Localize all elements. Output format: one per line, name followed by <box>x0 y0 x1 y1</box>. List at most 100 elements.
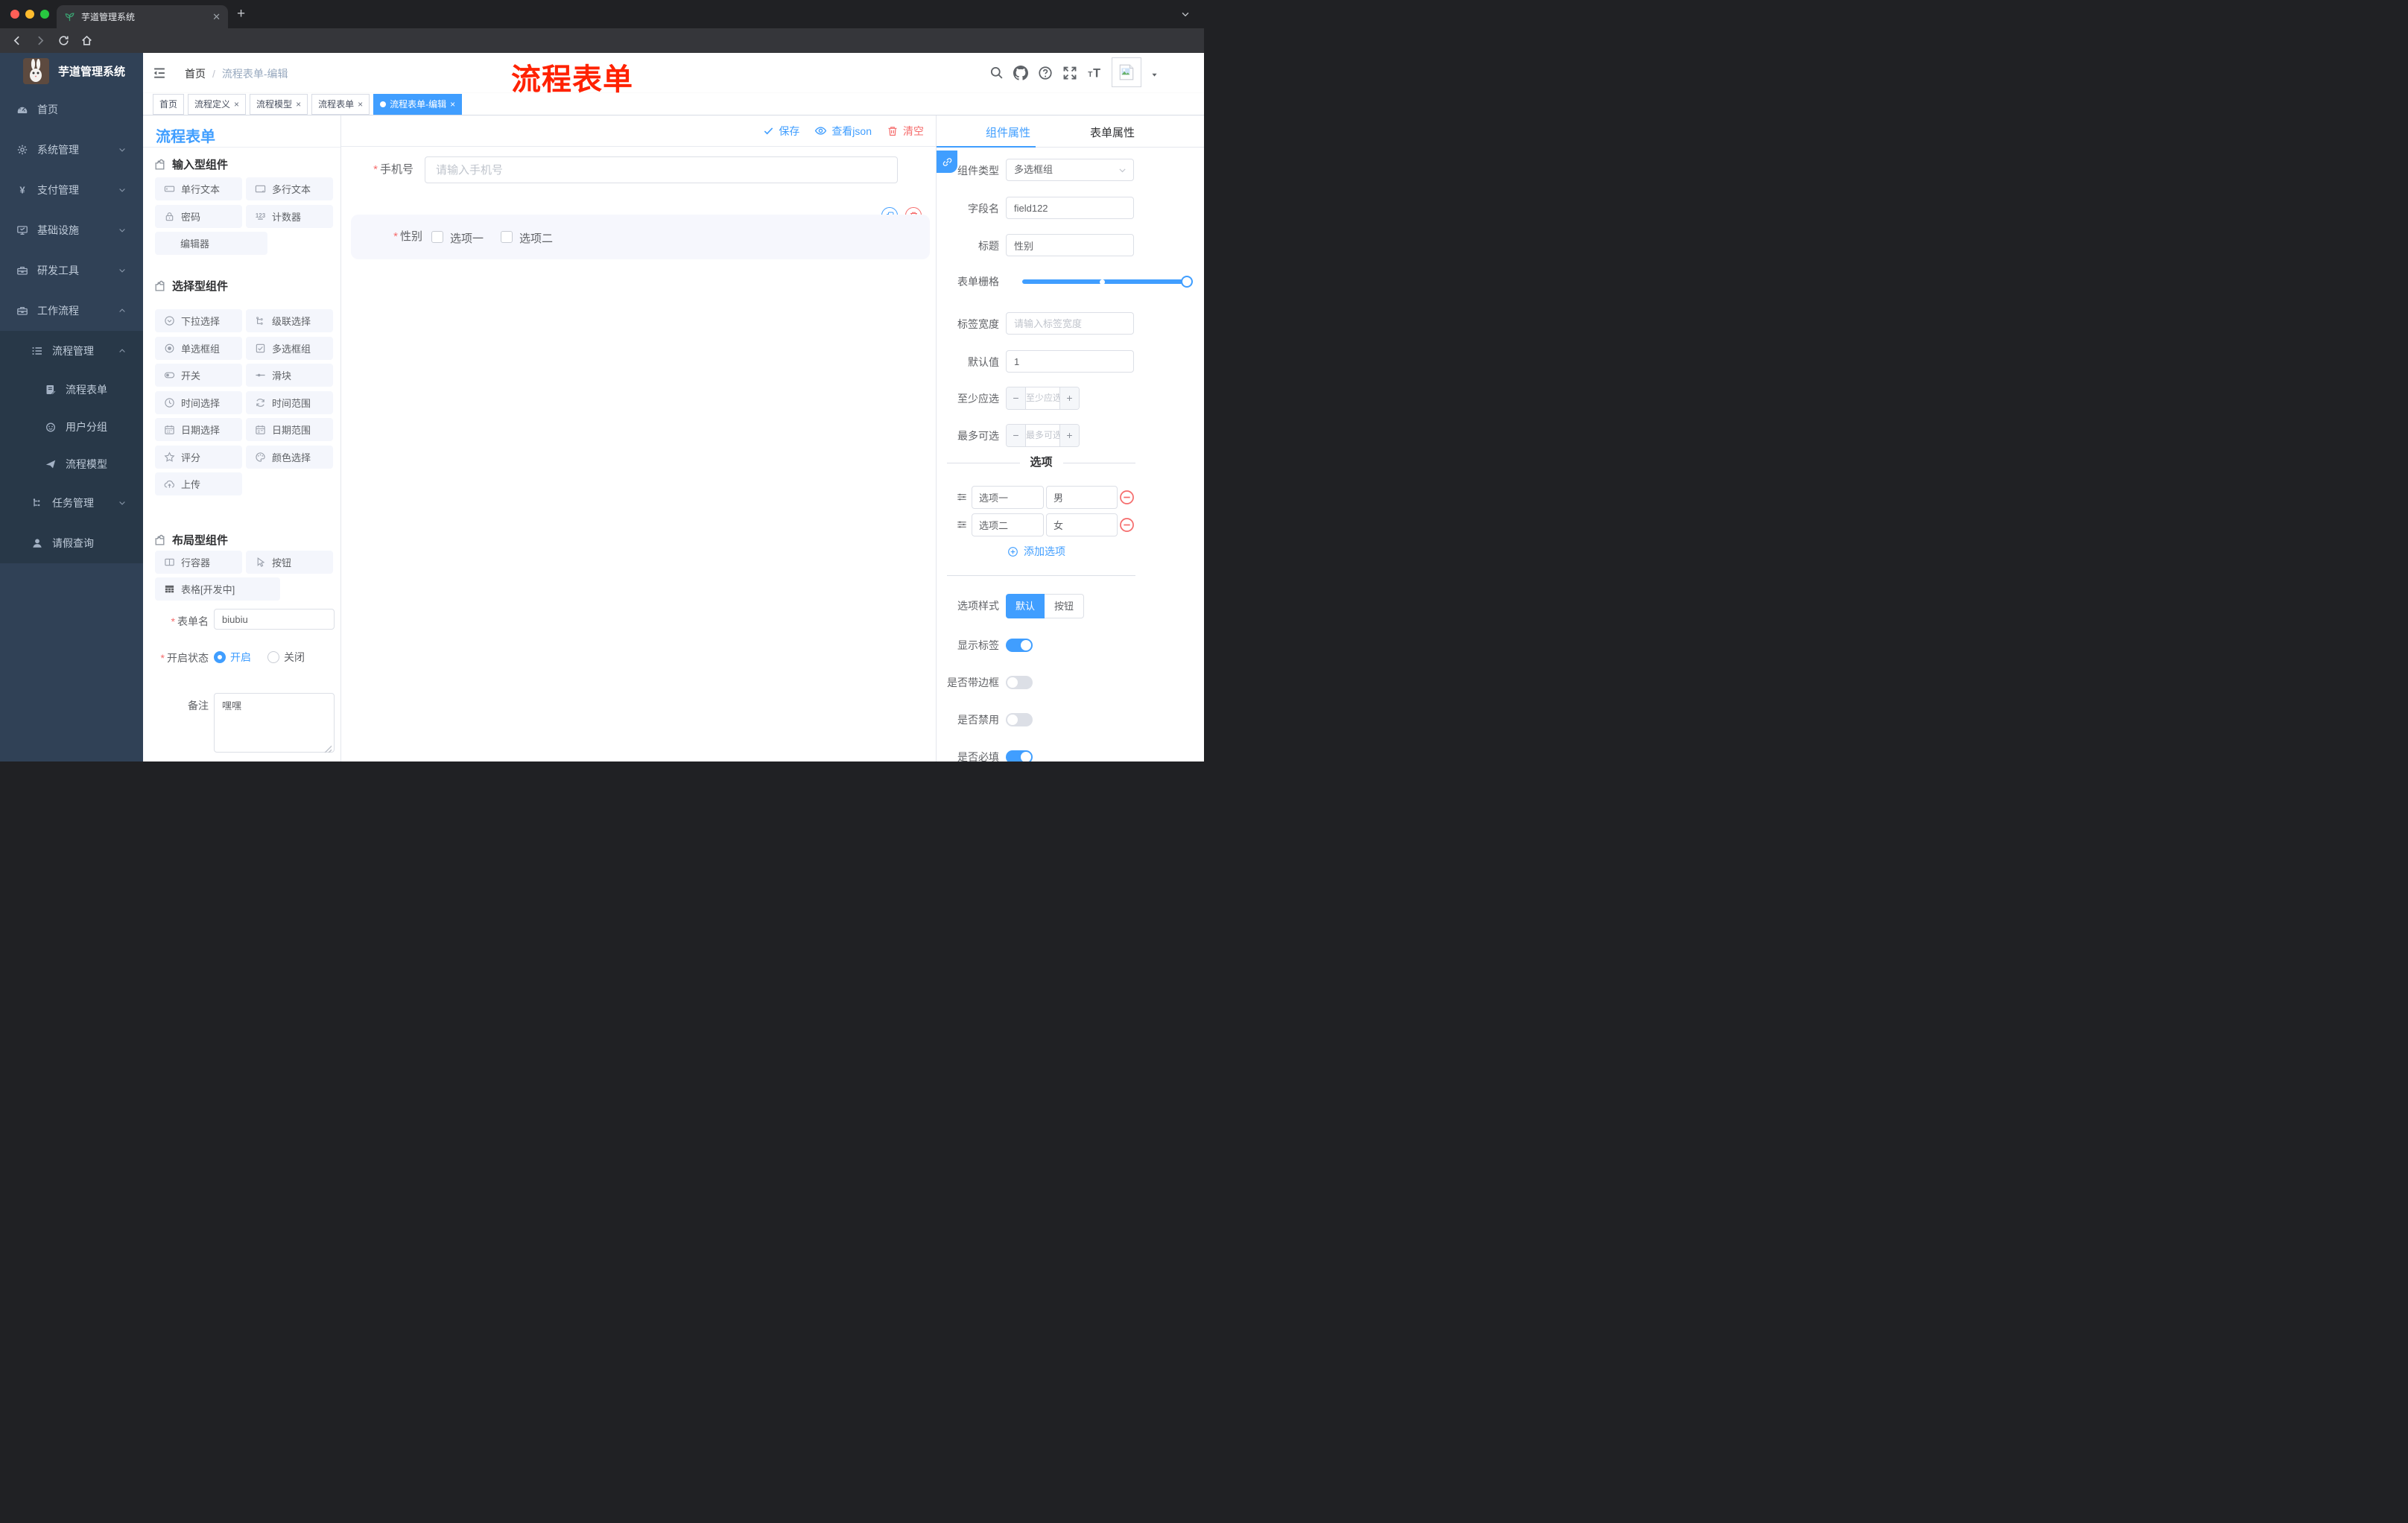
increase-button[interactable]: + <box>1059 425 1079 446</box>
search-icon[interactable] <box>989 66 1004 80</box>
save-button[interactable]: 保存 <box>763 124 799 139</box>
tag-process-model[interactable]: 流程模型 × <box>250 93 308 115</box>
chip-date-picker[interactable]: 日期选择 <box>155 418 242 441</box>
chip-date-range[interactable]: 日期范围 <box>246 418 333 441</box>
checkbox-option1-label[interactable]: 选项一 <box>450 230 484 246</box>
minimize-window-button[interactable] <box>25 10 34 19</box>
radio-off[interactable] <box>267 651 279 663</box>
chip-time-range[interactable]: 时间范围 <box>246 391 333 414</box>
chip-single-text[interactable]: 单行文本 <box>155 177 242 200</box>
chevron-down-icon[interactable] <box>1180 9 1191 19</box>
chip-password[interactable]: 密码 <box>155 205 242 228</box>
home-icon[interactable] <box>80 34 93 47</box>
increase-button[interactable]: + <box>1059 387 1079 409</box>
title-input[interactable] <box>1006 234 1134 256</box>
form-name-input[interactable] <box>214 609 335 630</box>
decrease-button[interactable]: − <box>1007 425 1026 446</box>
tab-form-props[interactable]: 表单属性 <box>1075 124 1150 140</box>
close-icon[interactable]: × <box>358 99 363 110</box>
sidebar-item-devtools[interactable]: 研发工具 <box>0 250 143 291</box>
style-default-button[interactable]: 默认 <box>1006 594 1045 618</box>
maximize-window-button[interactable] <box>40 10 49 19</box>
phone-input[interactable] <box>425 156 898 183</box>
reload-icon[interactable] <box>57 34 70 47</box>
sidebar-item-process-model[interactable]: 流程模型 <box>0 446 143 483</box>
required-switch[interactable] <box>1006 750 1033 762</box>
chip-cascader[interactable]: 级联选择 <box>246 309 333 332</box>
style-button-button[interactable]: 按钮 <box>1045 594 1084 618</box>
breadcrumb-home[interactable]: 首页 <box>185 68 206 80</box>
form-remark-textarea[interactable]: 嘿嘿 <box>214 693 335 753</box>
option2-value-input[interactable] <box>1046 513 1118 536</box>
chip-color-picker[interactable]: 颜色选择 <box>246 446 333 469</box>
chip-row-container[interactable]: 行容器 <box>155 551 242 574</box>
close-window-button[interactable] <box>10 10 19 19</box>
chip-upload[interactable]: 上传 <box>155 472 242 495</box>
clear-button[interactable]: 清空 <box>887 124 924 139</box>
default-value-input[interactable] <box>1006 350 1134 373</box>
chip-multi-text[interactable]: 多行文本 <box>246 177 333 200</box>
view-json-button[interactable]: 查看json <box>814 124 872 139</box>
remove-option-icon[interactable] <box>1119 490 1135 505</box>
option1-value-input[interactable] <box>1046 486 1118 509</box>
sidebar-item-process-form[interactable]: 流程表单 <box>0 371 143 408</box>
radio-on[interactable] <box>214 651 226 663</box>
close-icon[interactable]: × <box>234 99 239 110</box>
textarea-resize-handle[interactable] <box>324 745 332 753</box>
max-select-value[interactable]: 最多可选 <box>1026 425 1059 446</box>
drag-handle-icon[interactable] <box>957 519 967 530</box>
chip-table[interactable]: 表格[开发中] <box>155 577 280 601</box>
chip-rate[interactable]: 评分 <box>155 446 242 469</box>
github-icon[interactable] <box>1013 66 1028 80</box>
min-select-value[interactable]: 至少应选 <box>1026 387 1059 409</box>
show-label-switch[interactable] <box>1006 639 1033 652</box>
sidebar-item-process-mgmt[interactable]: 流程管理 <box>0 331 143 371</box>
browser-tab[interactable]: 芋道管理系统 ✕ <box>57 5 228 28</box>
sidebar-item-user-group[interactable]: 用户分组 <box>0 408 143 446</box>
field-name-input[interactable] <box>1006 197 1134 219</box>
sidebar-item-workflow[interactable]: 工作流程 <box>0 291 143 331</box>
fullscreen-icon[interactable] <box>1062 66 1077 80</box>
tag-process-form[interactable]: 流程表单 × <box>311 93 370 115</box>
checkbox-option2[interactable] <box>501 231 513 243</box>
chip-button[interactable]: 按钮 <box>246 551 333 574</box>
tag-home[interactable]: 首页 <box>153 93 185 115</box>
sidebar-item-infrastructure[interactable]: 基础设施 <box>0 210 143 250</box>
back-icon[interactable] <box>10 34 23 47</box>
sidebar-item-system[interactable]: 系统管理 <box>0 130 143 170</box>
chip-checkbox-group[interactable]: 多选框组 <box>246 337 333 360</box>
option1-label-input[interactable] <box>972 486 1044 509</box>
tag-process-definition[interactable]: 流程定义 × <box>188 93 247 115</box>
option2-label-input[interactable] <box>972 513 1044 536</box>
chip-counter[interactable]: 计数器 <box>246 205 333 228</box>
avatar[interactable] <box>1112 57 1141 87</box>
remove-option-icon[interactable] <box>1119 517 1135 533</box>
decrease-button[interactable]: − <box>1007 387 1026 409</box>
caret-down-icon[interactable] <box>1150 71 1159 79</box>
chip-switch[interactable]: 开关 <box>155 364 242 387</box>
close-icon[interactable]: × <box>296 99 301 110</box>
sidebar-item-leave-query[interactable]: 请假查询 <box>0 523 143 563</box>
tag-process-form-edit[interactable]: 流程表单-编辑 × <box>373 93 463 115</box>
border-switch[interactable] <box>1006 676 1033 689</box>
label-width-input[interactable] <box>1006 312 1134 335</box>
sidebar-item-home[interactable]: 首页 <box>0 89 143 130</box>
radio-off-label[interactable]: 关闭 <box>284 650 305 665</box>
forward-icon[interactable] <box>34 34 47 47</box>
radio-on-label[interactable]: 开启 <box>230 650 251 665</box>
sidebar-item-task-mgmt[interactable]: 任务管理 <box>0 483 143 523</box>
close-tab-icon[interactable]: ✕ <box>212 11 221 23</box>
chip-time-picker[interactable]: 时间选择 <box>155 391 242 414</box>
window-controls[interactable] <box>10 10 49 19</box>
checkbox-option1[interactable] <box>431 231 443 243</box>
sidebar-logo[interactable]: 芋道管理系统 <box>0 53 143 89</box>
tab-component-props[interactable]: 组件属性 <box>971 124 1045 140</box>
chip-editor[interactable]: 编辑器 <box>155 232 267 255</box>
checkbox-option2-label[interactable]: 选项二 <box>519 230 553 246</box>
drag-handle-icon[interactable] <box>957 492 967 502</box>
grid-slider-handle[interactable] <box>1181 276 1193 288</box>
collapse-sidebar-icon[interactable] <box>152 66 167 80</box>
selected-component-gender[interactable]: * 性别 选项一 选项二 <box>351 215 930 259</box>
new-tab-button[interactable]: + <box>237 4 245 24</box>
disabled-switch[interactable] <box>1006 713 1033 726</box>
